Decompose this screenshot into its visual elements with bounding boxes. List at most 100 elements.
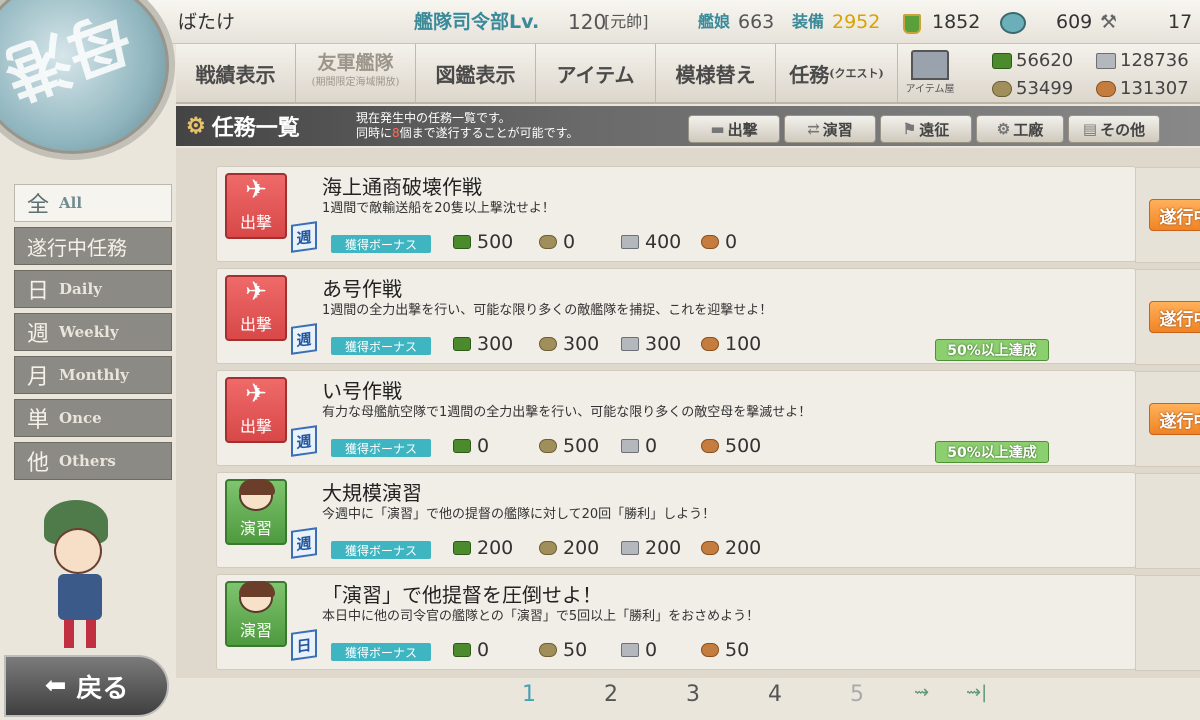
screw-count: 17 bbox=[1168, 11, 1193, 33]
weekly-badge: 週 bbox=[291, 323, 317, 355]
nav-friend-fleet[interactable]: 友軍艦隊 (期間限定海域開放) bbox=[296, 44, 416, 102]
page-2[interactable]: 2 bbox=[604, 682, 618, 707]
weekly-badge: 週 bbox=[291, 425, 317, 457]
page-1[interactable]: 1 bbox=[522, 682, 536, 707]
reward-ammo: 500 bbox=[539, 435, 599, 457]
sidebar-weekly[interactable]: 週 Weekly bbox=[14, 313, 172, 351]
sortie-icon: ✈ 出撃 bbox=[225, 173, 287, 239]
quest-sidebar: 全 All 遂行中任務 日 Daily 週 Weekly 月 Monthly 単 Once… bbox=[14, 184, 172, 485]
quest-list: ✈ 出撃 週 海上通商破壊作戦 1週間で敵輸送船を20隻以上撃沈せよ！ 獲得ボーナ… bbox=[176, 148, 1200, 678]
quest-status-cell: 遂行中 bbox=[1135, 371, 1200, 467]
reward-ammo: 300 bbox=[539, 333, 599, 355]
equip-label: 装備 bbox=[792, 12, 825, 31]
devmat-count: 609 bbox=[1056, 11, 1093, 33]
top-status-bar: ばたけ 艦隊司令部Lv. 120 [元帥] 艦娘 663 装備 2952 185… bbox=[0, 0, 1200, 44]
bonus-label: 獲得ボーナス bbox=[331, 235, 431, 253]
steel-icon bbox=[621, 235, 639, 249]
quest-row[interactable]: ✈ 出撃 週 海上通商破壊作戦 1週間で敵輸送船を20隻以上撃沈せよ！ 獲得ボーナ… bbox=[216, 166, 1200, 263]
filter-exercise[interactable]: ⇄ 演習 bbox=[784, 115, 876, 143]
last-page-icon[interactable]: ⇝| bbox=[966, 682, 987, 703]
steel-icon bbox=[1096, 52, 1116, 69]
ammo-icon bbox=[539, 337, 557, 351]
devmat-icon bbox=[1000, 12, 1026, 34]
hq-level: 120 bbox=[568, 10, 607, 34]
page-5[interactable]: 5 bbox=[850, 682, 864, 707]
quest-row[interactable]: 演習 日 「演習」で他提督を圧倒せよ！ 本日中に他の司令官の艦隊との「演習」で5… bbox=[216, 574, 1200, 671]
rank: [元帥] bbox=[604, 12, 649, 31]
pagination: 1 2 3 4 5 ⇝ ⇝| bbox=[500, 682, 1060, 712]
gear-icon: ⚙ bbox=[186, 113, 206, 139]
ammo-icon bbox=[539, 643, 557, 657]
quest-status-cell: 遂行中 bbox=[1135, 269, 1200, 365]
next-page-icon[interactable]: ⇝ bbox=[914, 682, 929, 703]
quest-desc: 今週中に「演習」で他の提督の艦隊に対して20回「勝利」しよう！ bbox=[322, 507, 716, 522]
character-portrait bbox=[24, 480, 144, 650]
sidebar-daily[interactable]: 日 Daily bbox=[14, 270, 172, 308]
ammo-icon bbox=[992, 80, 1012, 97]
quest-desc: 1週間で敵輸送船を20隻以上撃沈せよ！ bbox=[322, 201, 555, 216]
reward-ammo: 50 bbox=[539, 639, 587, 661]
steel-icon bbox=[621, 439, 639, 453]
bauxite-icon bbox=[701, 643, 719, 657]
reward-bauxite: 100 bbox=[701, 333, 761, 355]
quest-title: 「演習」で他提督を圧倒せよ！ bbox=[322, 583, 602, 607]
reward-steel: 400 bbox=[621, 231, 681, 253]
expedition-icon: ⚑ bbox=[902, 120, 917, 138]
quest-desc: 本日中に他の司令官の艦隊との「演習」で5回以上「勝利」をおさめよう！ bbox=[322, 609, 760, 624]
in-progress-badge: 遂行中 bbox=[1149, 301, 1200, 333]
sidebar-monthly[interactable]: 月 Monthly bbox=[14, 356, 172, 394]
quest-title: あ号作戦 bbox=[322, 277, 402, 301]
daily-badge: 日 bbox=[291, 629, 317, 661]
quest-desc: 1週間の全力出撃を行い、可能な限り多くの敵艦隊を捕捉、これを迎撃せよ！ bbox=[322, 303, 773, 318]
quest-title: い号作戦 bbox=[322, 379, 402, 403]
quest-row[interactable]: ✈ 出撃 週 い号作戦 有力な母艦航空隊で1週間の全力出撃を行い、可能な限り多くの… bbox=[216, 370, 1200, 467]
sidebar-all[interactable]: 全 All bbox=[14, 184, 172, 222]
in-progress-badge: 遂行中 bbox=[1149, 403, 1200, 435]
back-arrow-icon: ⬅ bbox=[44, 671, 67, 701]
quest-status-cell bbox=[1135, 575, 1200, 671]
page-4[interactable]: 4 bbox=[768, 682, 782, 707]
nav-battle-record[interactable]: 戦績表示 bbox=[176, 44, 296, 102]
filter-arsenal[interactable]: ⚙ 工廠 bbox=[976, 115, 1064, 143]
quest-row[interactable]: ✈ 出撃 週 あ号作戦 1週間の全力出撃を行い、可能な限り多くの敵艦隊を捕捉、これ… bbox=[216, 268, 1200, 365]
filter-sortie[interactable]: ▬ 出撃 bbox=[688, 115, 780, 143]
page-3[interactable]: 3 bbox=[686, 682, 700, 707]
reward-ammo: 200 bbox=[539, 537, 599, 559]
plane-icon: ✈ bbox=[245, 379, 267, 409]
ship-icon: ▬ bbox=[710, 120, 725, 138]
nav-furniture[interactable]: 模様替え bbox=[656, 44, 776, 102]
fuel-icon bbox=[453, 541, 471, 555]
filter-expedition[interactable]: ⚑ 遠征 bbox=[880, 115, 972, 143]
sidebar-once[interactable]: 単 Once bbox=[14, 399, 172, 437]
quest-desc: 有力な母艦航空隊で1週間の全力出撃を行い、可能な限り多くの敵空母を撃滅せよ！ bbox=[322, 405, 812, 420]
player-name: ばたけ bbox=[178, 11, 236, 33]
progress-badge: 50%以上達成 bbox=[935, 441, 1049, 463]
bucket-icon bbox=[903, 14, 921, 34]
sidebar-in-progress[interactable]: 遂行中任務 bbox=[14, 227, 172, 265]
quest-row[interactable]: 演習 週 大規模演習 今週中に「演習」で他の提督の艦隊に対して20回「勝利」しよ… bbox=[216, 472, 1200, 569]
steel-icon bbox=[621, 541, 639, 555]
bauxite-icon bbox=[701, 541, 719, 555]
plane-icon: ✈ bbox=[245, 277, 267, 307]
reward-bauxite: 0 bbox=[701, 231, 737, 253]
filter-other[interactable]: ▤ その他 bbox=[1068, 115, 1160, 143]
item-shop-button[interactable]: アイテム屋 bbox=[902, 46, 958, 100]
resource-ammo: 53499 bbox=[992, 78, 1073, 99]
nav-quests[interactable]: 任務 (クエスト) bbox=[776, 44, 898, 102]
fuel-icon bbox=[992, 52, 1012, 69]
page-title: ⚙ 任務一覧 bbox=[186, 113, 300, 141]
reward-steel: 300 bbox=[621, 333, 681, 355]
reward-fuel: 0 bbox=[453, 639, 489, 661]
back-button[interactable]: ⬅ 戻る bbox=[4, 655, 169, 717]
sidebar-others[interactable]: 他 Others bbox=[14, 442, 172, 480]
reward-bauxite: 200 bbox=[701, 537, 761, 559]
nav-items[interactable]: アイテム bbox=[536, 44, 656, 102]
weekly-badge: 週 bbox=[291, 527, 317, 559]
resource-fuel: 56620 bbox=[992, 50, 1073, 71]
sortie-icon: ✈ 出撃 bbox=[225, 377, 287, 443]
reward-steel: 0 bbox=[621, 435, 657, 457]
nav-encyclopedia[interactable]: 図鑑表示 bbox=[416, 44, 536, 102]
bauxite-icon bbox=[1096, 80, 1116, 97]
steel-icon bbox=[621, 337, 639, 351]
shop-icon bbox=[911, 50, 949, 80]
